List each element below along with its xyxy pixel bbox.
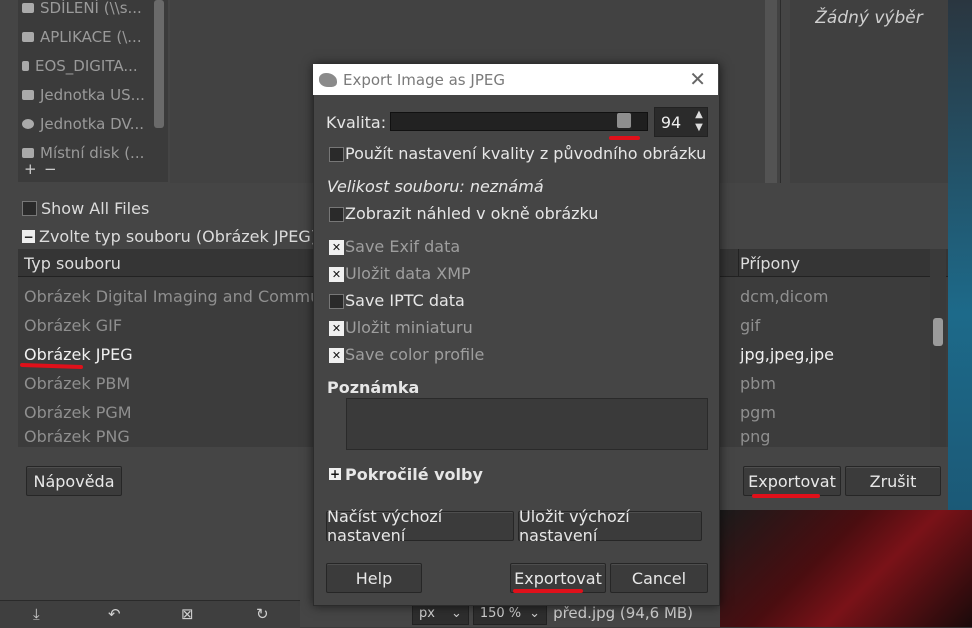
show-all-files-option[interactable]: Show All Files xyxy=(22,199,149,218)
spin-arrows-icon[interactable]: ▲ ▼ xyxy=(693,108,705,134)
place-item[interactable]: SDÍLENÍ (\\s... xyxy=(22,0,152,22)
save-color-profile-checkbox[interactable]: ✕ xyxy=(329,348,344,363)
dialog-title: Export Image as JPEG xyxy=(343,70,505,89)
show-all-files-label: Show All Files xyxy=(41,199,150,218)
column-extensions[interactable]: Přípony xyxy=(740,254,800,273)
remove-place-button[interactable]: − xyxy=(44,160,57,178)
undo-icon[interactable]: ↶ xyxy=(108,605,121,623)
file-type-scrollbar[interactable] xyxy=(930,249,946,447)
save-color-profile-label: Save color profile xyxy=(345,345,485,364)
dialog-help-button[interactable]: Help xyxy=(326,563,422,593)
file-type-scrollbar-thumb[interactable] xyxy=(933,318,943,346)
save-defaults-button[interactable]: Uložit výchozí nastavení xyxy=(518,507,702,545)
column-file-type[interactable]: Typ souboru xyxy=(24,254,121,273)
save-xmp-label: Uložit data XMP xyxy=(345,264,471,283)
quality-slider-handle[interactable] xyxy=(617,113,631,128)
quality-slider-fill xyxy=(391,113,632,130)
disk-icon xyxy=(22,147,34,158)
use-original-quality-checkbox[interactable] xyxy=(329,147,344,162)
column-divider xyxy=(738,249,739,276)
quality-value[interactable]: 94 xyxy=(655,113,687,132)
preview-empty-text: Žádný výběr xyxy=(815,8,923,28)
show-preview-checkbox[interactable] xyxy=(329,207,344,222)
comment-label: Poznámka xyxy=(327,378,420,397)
place-item[interactable]: Jednotka DV... xyxy=(22,109,152,138)
advanced-options-expander[interactable]: Pokročilé volby xyxy=(345,465,483,484)
quality-spinbox[interactable]: 94 ▲ ▼ xyxy=(654,107,708,137)
chevron-down-icon: ⌄ xyxy=(450,605,462,621)
clear-icon[interactable]: ⊠ xyxy=(181,605,194,623)
collapse-icon: − xyxy=(22,229,35,244)
place-item[interactable]: Jednotka US... xyxy=(22,80,152,109)
quality-slider[interactable] xyxy=(390,112,648,131)
cancel-button[interactable]: Zrušit xyxy=(845,466,941,496)
places-scrollbar[interactable] xyxy=(154,0,164,128)
chevron-down-icon: ⌄ xyxy=(529,605,541,621)
reset-icon[interactable]: ↻ xyxy=(256,605,269,623)
use-original-quality-label: Použít nastavení kvality z původního obr… xyxy=(345,144,707,163)
image-canvas xyxy=(720,510,972,627)
save-exif-checkbox[interactable]: ✕ xyxy=(329,240,344,255)
place-item[interactable]: APLIKACE (\... xyxy=(22,22,152,51)
file-size-label: Velikost souboru: neznámá xyxy=(327,177,544,196)
comment-textarea[interactable] xyxy=(346,398,708,450)
save-thumbnail-label: Uložit miniaturu xyxy=(345,318,473,337)
file-type-expander-label: Zvolte typ souboru (Obrázek JPEG) xyxy=(39,227,317,246)
sd-card-icon xyxy=(22,60,29,71)
load-defaults-button[interactable]: Načíst výchozí nastavení xyxy=(326,507,514,545)
save-iptc-checkbox[interactable] xyxy=(329,294,344,309)
dvd-drive-icon xyxy=(22,118,34,129)
file-list-scrollbar[interactable] xyxy=(765,0,777,183)
dock-toolbar xyxy=(0,600,300,628)
usb-drive-icon xyxy=(22,89,34,100)
export-button[interactable]: Exportovat xyxy=(743,466,841,496)
dialog-cancel-button[interactable]: Cancel xyxy=(610,563,708,593)
places-toolbar: + − xyxy=(18,160,168,182)
gimp-logo-icon xyxy=(319,72,337,87)
file-type-expander[interactable]: − Zvolte typ souboru (Obrázek JPEG) xyxy=(22,227,317,246)
red-underline-mark xyxy=(752,494,820,498)
red-underline-mark xyxy=(609,136,640,140)
show-preview-label: Zobrazit náhled v okně obrázku xyxy=(345,204,599,223)
place-item[interactable]: EOS_DIGITA... xyxy=(22,51,152,80)
dialog-titlebar: Export Image as JPEG ✕ xyxy=(313,64,718,95)
save-xmp-checkbox[interactable]: ✕ xyxy=(329,267,344,282)
red-underline-mark xyxy=(513,589,583,593)
save-exif-label: Save Exif data xyxy=(345,237,461,256)
places-list: SDÍLENÍ (\\s... APLIKACE (\... EOS_DIGIT… xyxy=(18,0,168,162)
help-button[interactable]: Nápověda xyxy=(26,466,122,496)
save-thumbnail-checkbox[interactable]: ✕ xyxy=(329,321,344,336)
status-filename: před.jpg (94,6 MB) xyxy=(553,604,694,622)
close-icon[interactable]: ✕ xyxy=(689,67,706,91)
show-all-files-checkbox[interactable] xyxy=(22,201,37,216)
expand-icon[interactable]: + xyxy=(329,468,341,480)
add-place-button[interactable]: + xyxy=(24,160,37,178)
network-drive-icon xyxy=(22,2,34,13)
export-icon[interactable]: ⤓ xyxy=(33,605,40,623)
network-drive-icon xyxy=(22,31,34,42)
quality-label: Kvalita: xyxy=(326,113,387,132)
save-iptc-label: Save IPTC data xyxy=(345,291,465,310)
